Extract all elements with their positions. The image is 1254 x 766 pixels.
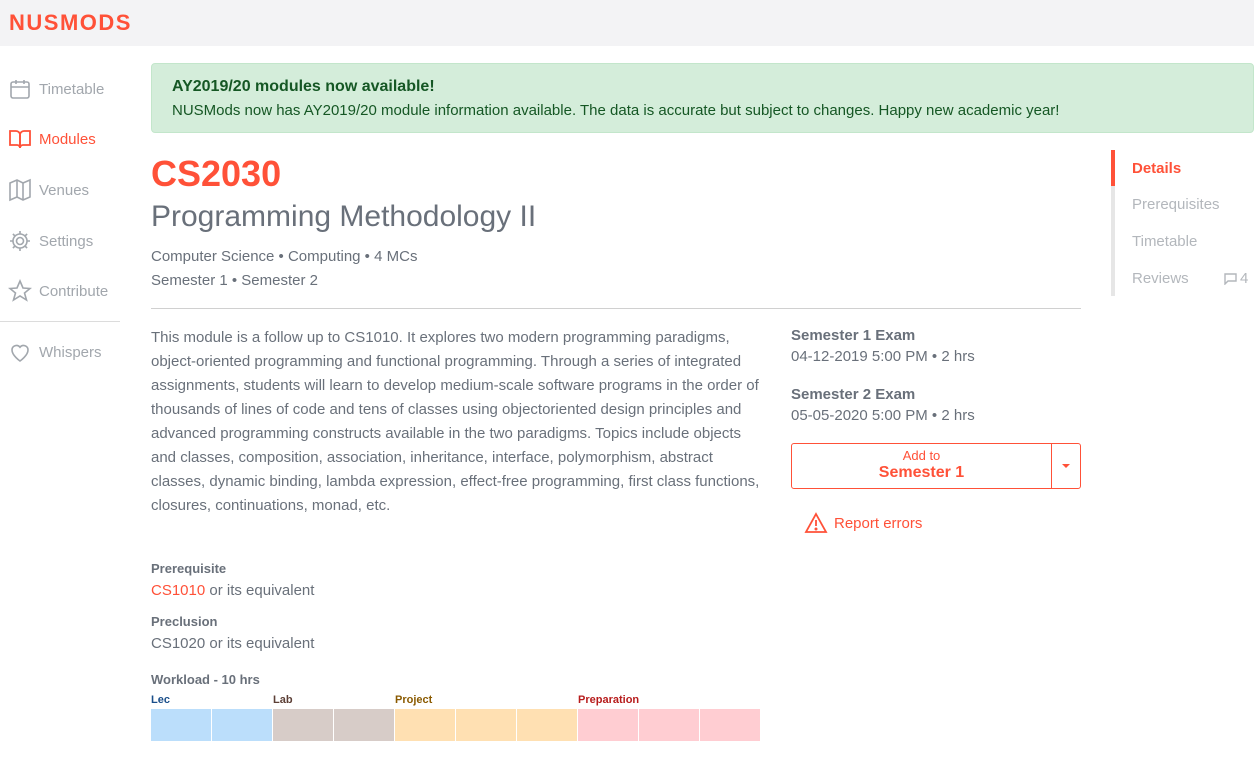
section-nav-reviews-label: Reviews [1132,270,1189,287]
gear-icon [8,229,32,253]
workload-hour-cell [273,709,334,741]
module-description: This module is a follow up to CS1010. It… [151,329,760,514]
caret-down-icon [1062,464,1070,468]
exam-title-sem1: Semester 1 Exam [791,327,916,344]
exam-title-sem2: Semester 2 Exam [791,386,916,403]
section-nav-prerequisites[interactable]: Prerequisites [1132,196,1220,213]
announcement-alert: AY2019/20 modules now available! NUSMods… [151,63,1254,133]
preclusion-label: Preclusion [151,614,218,629]
module-code: CS2030 [151,153,282,194]
workload-legend-label: Project [395,694,433,706]
sidebar-item-venues[interactable]: Venues [8,174,89,206]
prerequisite-link[interactable]: CS1010 [151,582,205,599]
workload-legend-label: Preparation [578,694,640,706]
workload-hour-cell [456,709,517,741]
workload-hour-cell [151,709,212,741]
workload-bar [151,709,761,741]
section-nav: Details Prerequisites Timetable Reviews … [1111,150,1251,296]
exam-value-sem2: 05-05-2020 5:00 PM • 2 hrs [791,407,975,424]
star-icon [8,279,32,303]
sidebar-item-label: Contribute [39,282,109,300]
workload-hour-cell [639,709,700,741]
workload-hour-cell [395,709,456,741]
semester-label: Semester 1 [878,464,965,481]
prerequisite-label: Prerequisite [151,561,227,576]
workload-legend-label: Lab [273,694,293,706]
review-count: 4 [1224,270,1248,287]
sidebar-item-label: Modules [39,130,96,148]
sidebar-item-label: Venues [39,181,90,199]
workload-hour-cell [700,709,761,741]
sidebar-item-settings[interactable]: Settings [8,225,93,257]
sidebar-item-contribute[interactable]: Contribute [8,275,108,307]
section-nav-details[interactable]: Details [1132,160,1181,177]
section-nav-active-indicator [1111,150,1115,186]
module-semesters: Semester 1 • Semester 2 [151,272,318,289]
sidebar-item-whispers[interactable]: Whispers [8,336,102,368]
module-title: Programming Methodology II [151,200,537,233]
warning-icon [804,512,828,533]
nusmods-logo[interactable]: NUSMODS [9,10,132,36]
workload-legend: Lec Lab Project Preparation [151,694,761,710]
exam-value-sem1: 04-12-2019 5:00 PM • 2 hrs [791,348,975,365]
alert-title: AY2019/20 modules now available! [172,78,435,95]
section-nav-reviews[interactable]: Reviews 4 [1132,270,1248,287]
prerequisite-rest: or its equivalent [205,582,315,599]
prerequisite-text: CS1010 or its equivalent [151,582,314,599]
sidebar: Timetable Modules Venues Settings Contri… [0,46,130,766]
workload-hour-cell [578,709,639,741]
workload-hour-cell [212,709,273,741]
section-nav-timetable[interactable]: Timetable [1132,233,1197,250]
map-icon [8,178,32,202]
add-to-semester-button-group: Add to Semester 1 [791,443,1081,489]
sidebar-divider [0,321,120,322]
module-meta: Computer Science • Computing • 4 MCs [151,248,418,265]
sidebar-item-label: Whispers [39,343,102,361]
comment-icon [1224,272,1237,285]
add-to-semester-button[interactable]: Add to Semester 1 [792,444,1052,488]
book-icon [8,127,32,151]
workload-legend-label: Lec [151,694,170,706]
sidebar-item-label: Timetable [39,80,105,98]
top-bar: NUSMODS [0,0,1254,46]
sidebar-item-timetable[interactable]: Timetable [8,73,104,105]
divider [151,308,1081,309]
review-count-value: 4 [1240,270,1249,287]
calendar-icon [8,77,32,101]
preclusion-text: CS1020 or its equivalent [151,635,315,652]
add-to-label: Add to [902,448,941,463]
alert-text: NUSMods now has AY2019/20 module informa… [172,102,1060,119]
sidebar-item-label: Settings [39,232,94,250]
sidebar-item-modules[interactable]: Modules [8,123,96,155]
workload-label: Workload - 10 hrs [151,672,260,687]
workload-hour-cell [334,709,395,741]
workload-hour-cell [517,709,578,741]
semester-dropdown-toggle[interactable] [1052,444,1080,488]
heart-icon [8,340,32,364]
report-errors-link[interactable]: Report errors [804,512,922,534]
report-errors-label: Report errors [834,514,923,532]
